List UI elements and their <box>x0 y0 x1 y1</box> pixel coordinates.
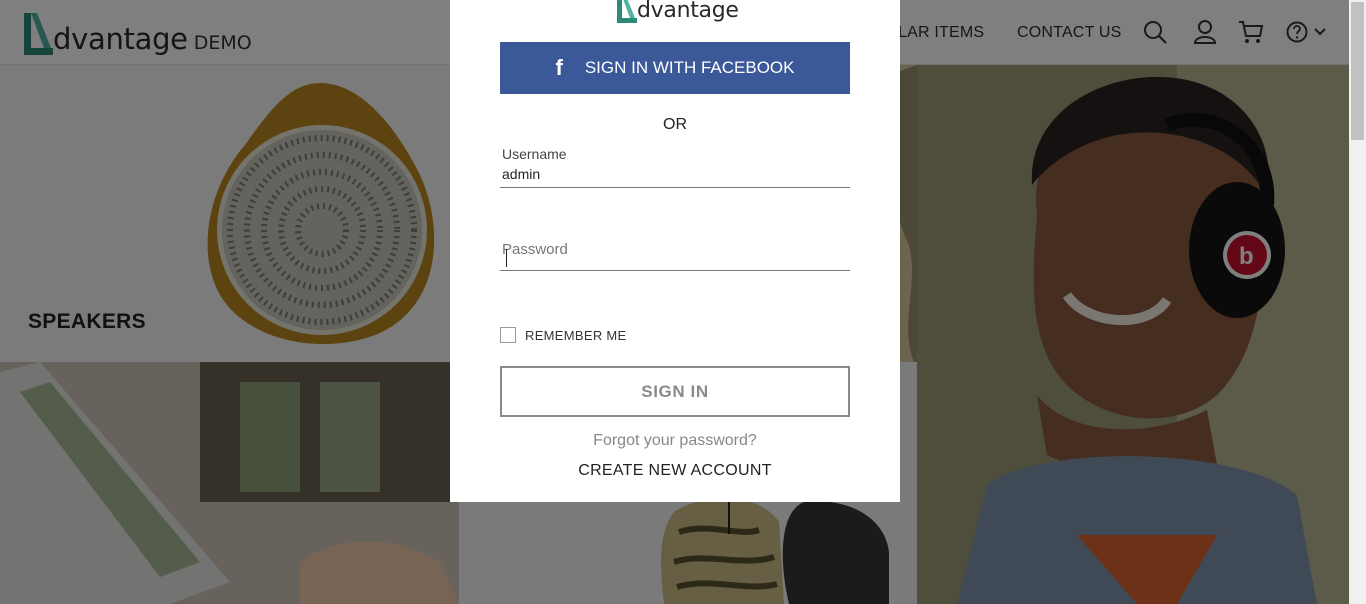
remember-me-option[interactable]: REMEMBER ME <box>500 327 627 343</box>
username-label: Username <box>502 146 567 162</box>
password-input[interactable] <box>502 241 842 258</box>
modal-logo-icon <box>617 0 637 23</box>
facebook-icon: f <box>555 55 563 80</box>
login-modal: dvantage f SIGN IN WITH FACEBOOK OR User… <box>450 0 900 502</box>
modal-logo-wordmark: dvantage <box>637 0 739 23</box>
username-field: Username <box>500 145 850 188</box>
forgot-password-link[interactable]: Forgot your password? <box>450 432 900 450</box>
text-caret <box>506 249 507 267</box>
remember-me-checkbox[interactable] <box>500 327 516 343</box>
create-account-link[interactable]: CREATE NEW ACCOUNT <box>450 462 900 480</box>
facebook-signin-label: SIGN IN WITH FACEBOOK <box>584 58 795 77</box>
or-divider: OR <box>663 116 687 133</box>
remember-me-label: REMEMBER ME <box>525 327 627 343</box>
sign-in-button[interactable]: SIGN IN <box>500 366 850 417</box>
scrollbar-thumb[interactable] <box>1351 2 1364 140</box>
password-field <box>500 238 850 271</box>
username-input[interactable] <box>502 166 842 182</box>
facebook-signin-button[interactable]: f SIGN IN WITH FACEBOOK <box>500 42 850 94</box>
page-scrollbar[interactable] <box>1349 0 1366 604</box>
modal-logo: dvantage <box>615 0 739 24</box>
